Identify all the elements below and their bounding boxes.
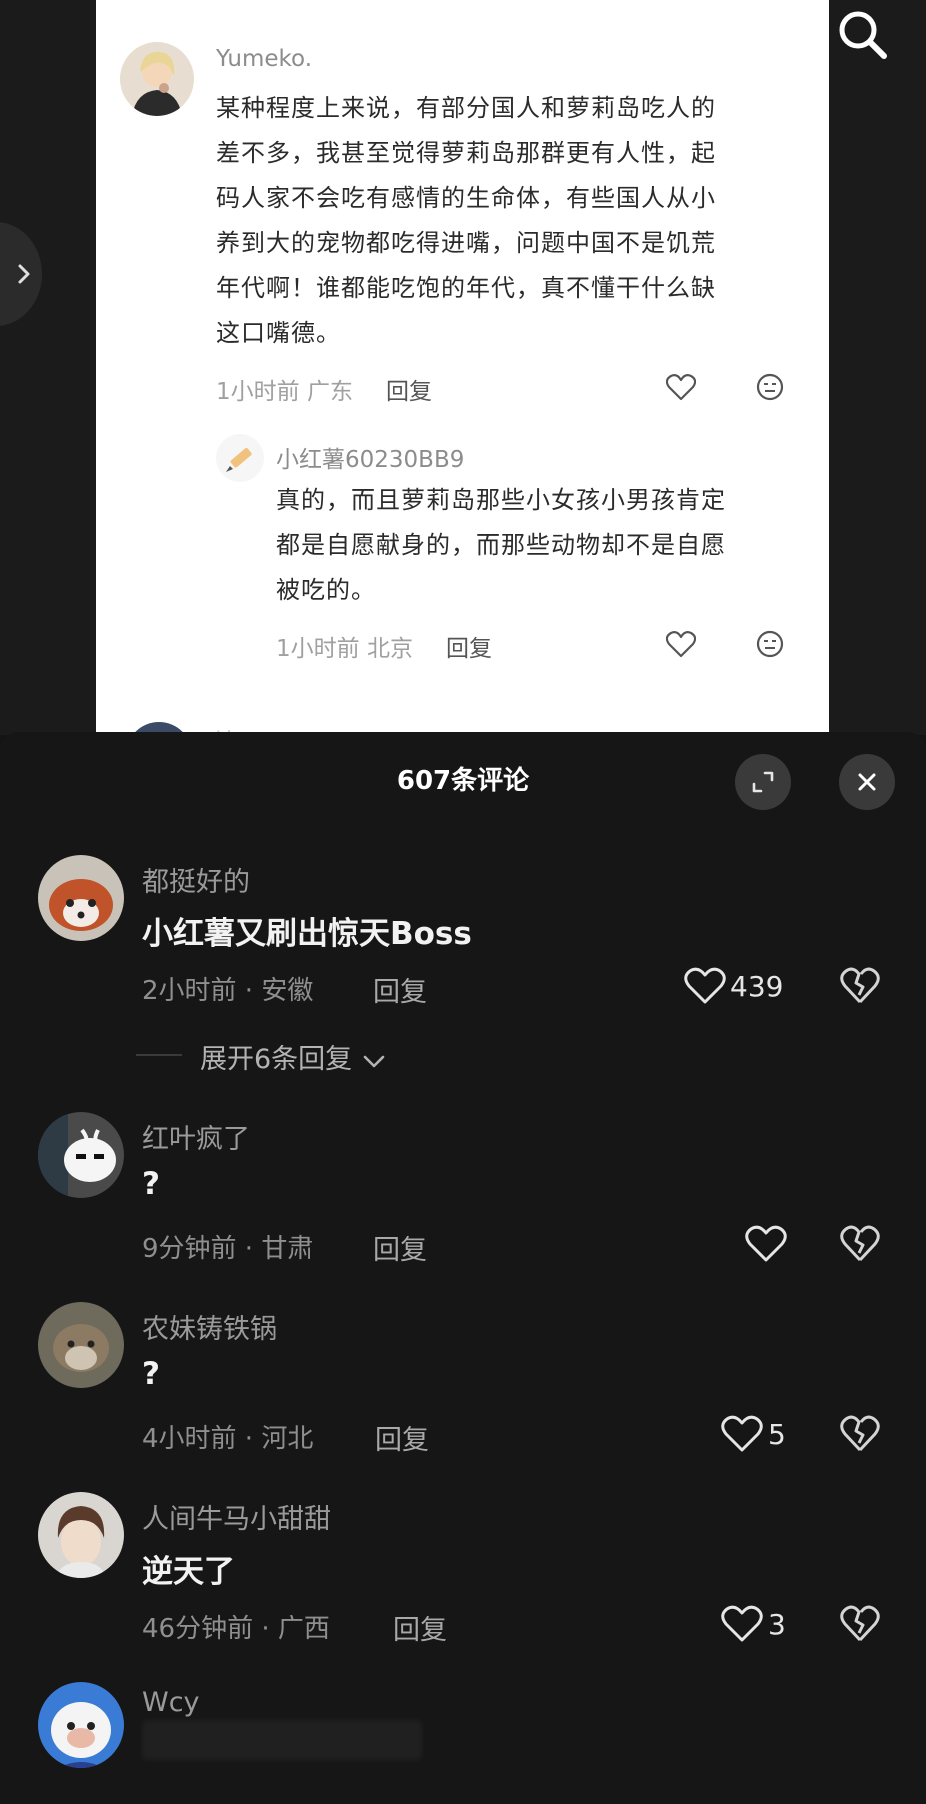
search-button[interactable] [834,6,892,64]
comment-username[interactable]: 都挺好的 [142,860,250,899]
broken-heart-icon[interactable] [840,1225,880,1263]
like-count: 5 [768,1418,786,1451]
heart-icon[interactable] [684,967,726,1005]
reply-button[interactable]: 回复 [386,372,432,406]
comment-username[interactable]: Wcy [142,1687,200,1718]
reply-button[interactable]: 回复 [393,1608,447,1647]
reply-line: 真的，而且萝莉岛那些小女孩小男孩肯定 [276,486,726,514]
avatar [120,42,194,116]
expand-replies-button[interactable]: 展开6条回复 [200,1037,387,1076]
comment-line: 这口嘴德。 [216,319,341,347]
comment-text: ? [142,1166,160,1202]
reply-line: 被吃的。 [276,576,376,604]
search-icon [839,11,887,59]
comment-text: ? [142,1356,160,1392]
expand-icon [752,771,774,793]
video-area: Yumeko. 某种程度上来说，有部分国人和萝莉岛吃人的 差不多，我甚至觉得萝莉… [0,0,926,735]
comment-username[interactable]: 人间牛马小甜甜 [142,1497,331,1536]
smile-icon[interactable] [756,373,784,401]
close-icon [858,773,876,791]
avatar[interactable] [38,855,124,941]
divider [136,1054,182,1056]
reply-username: 小红薯60230BB9 [276,447,465,473]
heart-icon[interactable] [721,1605,763,1643]
broken-heart-icon[interactable] [840,1605,880,1643]
comment-meta: 2小时前 · 安徽 [142,976,314,1006]
comment-meta: 9分钟前 · 甘肃 [142,1234,314,1264]
expand-button[interactable] [735,754,791,810]
reply-line: 都是自愿献身的，而那些动物却不是自愿 [276,531,726,559]
chevron-right-icon [18,264,30,284]
comment-line: 养到大的宠物都吃得进嘴，问题中国不是饥荒 [216,229,716,257]
expand-replies-label: 展开6条回复 [200,1044,353,1075]
screenshot-card: Yumeko. 某种程度上来说，有部分国人和萝莉岛吃人的 差不多，我甚至觉得萝莉… [96,0,829,735]
avatar [216,434,264,482]
comment-text: 某种程度上来说，有部分国人和萝莉岛吃人的 差不多，我甚至觉得萝莉岛那群更有人性，… [216,86,716,356]
like-count: 439 [730,970,784,1003]
avatar[interactable] [38,1112,124,1198]
comment-username[interactable]: 红叶疯了 [142,1117,250,1156]
broken-heart-icon[interactable] [840,967,880,1005]
comment-username[interactable]: 农妹铸铁锅 [142,1307,277,1346]
reply-button[interactable]: 回复 [446,629,492,663]
comment-line: 码人家不会吃有感情的生命体，有些国人从小 [216,184,716,212]
chevron-down-icon [363,1055,385,1067]
like-count: 3 [768,1608,786,1641]
reply-meta: 1小时前 北京 [276,636,413,662]
close-button[interactable] [839,754,895,810]
comment-sheet: 607条评论 [0,732,926,1804]
comment-username: Yumeko. [216,46,313,72]
reply-button[interactable]: 回复 [373,970,427,1009]
comment-meta: 1小时前 广东 [216,379,353,405]
heart-icon[interactable] [745,1225,787,1263]
comment-line: 年代啊！谁都能吃饱的年代，真不懂干什么缺 [216,274,716,302]
comment-meta: 4小时前 · 河北 [142,1424,314,1454]
heart-icon[interactable] [666,630,696,658]
previous-panel-button[interactable] [0,222,42,326]
reply-text: 真的，而且萝莉岛那些小女孩小男孩肯定 都是自愿献身的，而那些动物却不是自愿 被吃… [276,478,726,613]
heart-icon[interactable] [666,373,696,401]
avatar[interactable] [38,1302,124,1388]
heart-icon[interactable] [721,1415,763,1453]
avatar[interactable] [38,1492,124,1578]
reply-button[interactable]: 回复 [375,1418,429,1457]
comment-line: 差不多，我甚至觉得萝莉岛那群更有人性，起 [216,139,716,167]
comment-text: 逆天了 [142,1554,235,1590]
smile-icon[interactable] [756,630,784,658]
reply-button[interactable]: 回复 [373,1228,427,1267]
avatar[interactable] [38,1682,124,1768]
comment-text: 小红薯又刷出惊天Boss [142,916,472,952]
redacted-comment-text [142,1720,422,1760]
comment-meta: 46分钟前 · 广西 [142,1614,330,1644]
comment-line: 某种程度上来说，有部分国人和萝莉岛吃人的 [216,94,716,122]
broken-heart-icon[interactable] [840,1415,880,1453]
